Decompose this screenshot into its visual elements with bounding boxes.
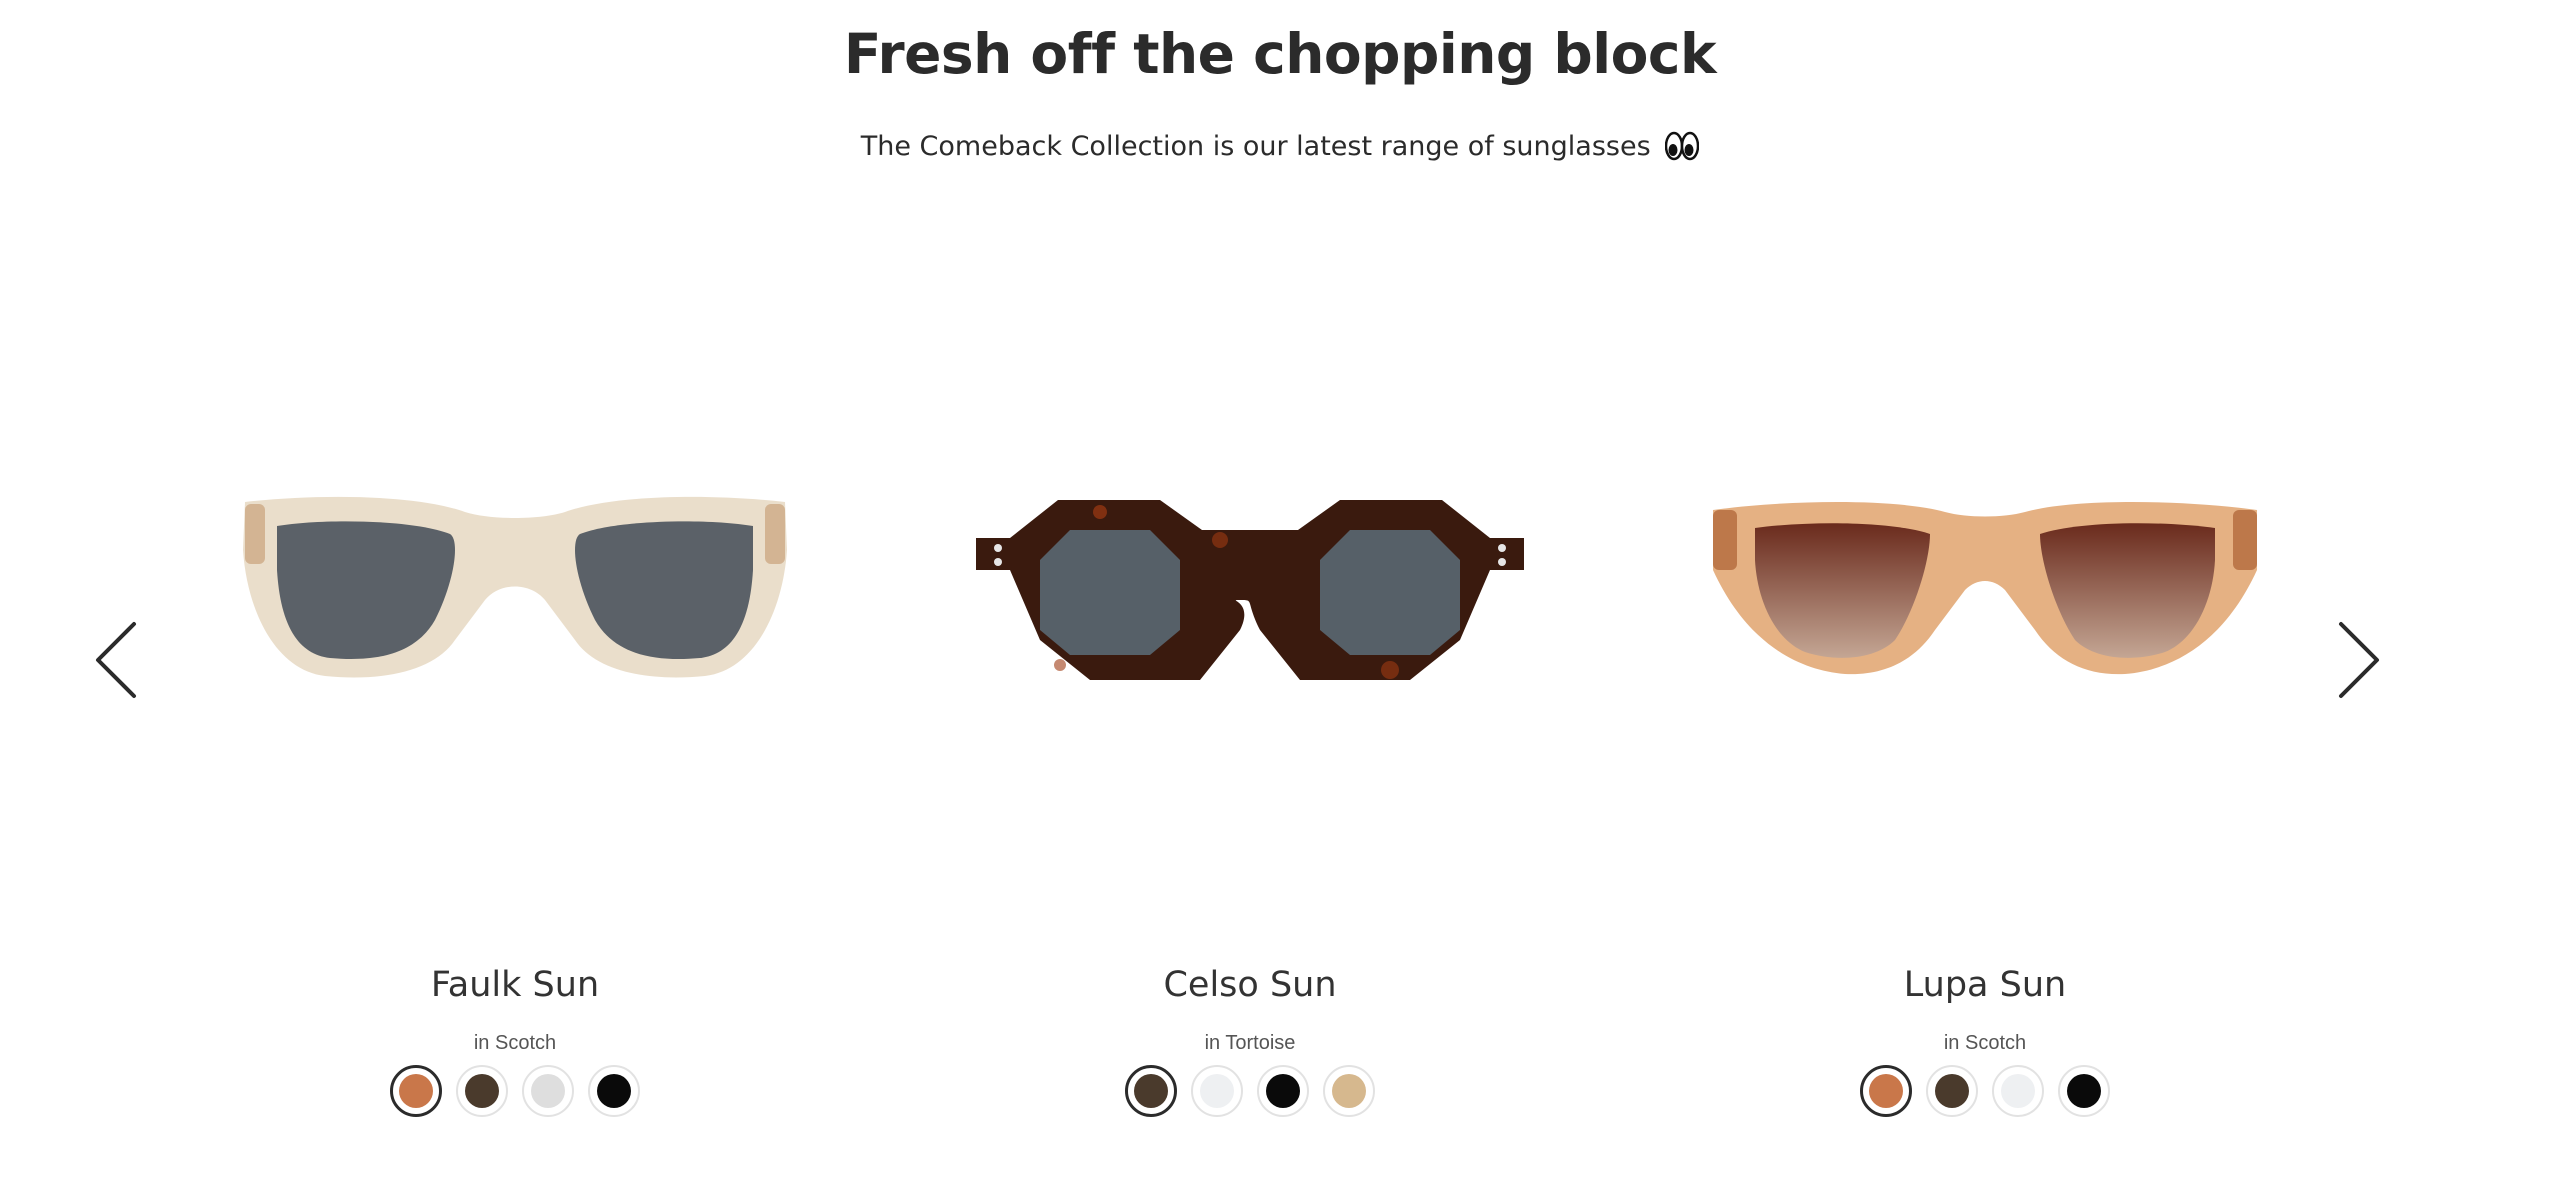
swatch-crystal[interactable] (522, 1065, 574, 1117)
product-image[interactable] (890, 400, 1610, 780)
color-swatches (155, 1065, 875, 1117)
product-name[interactable]: Celso Sun (890, 965, 1610, 1005)
product-variant: in Scotch (473, 1032, 557, 1054)
subtitle-text: The Comeback Collection is our latest ra… (860, 131, 1651, 162)
sunglasses-image (1713, 502, 2257, 675)
swatch-tortoise[interactable] (456, 1065, 508, 1117)
product-image[interactable] (1625, 400, 2345, 780)
swatch-tortoise[interactable] (1125, 1065, 1177, 1117)
swatch-scotch[interactable] (390, 1065, 442, 1117)
product-variant: in Scotch (1943, 1032, 2027, 1054)
sunglasses-image (243, 496, 787, 678)
product-card-lupa[interactable]: Lupa Sun in Scotch (1625, 400, 2345, 1160)
section-subtitle: The Comeback Collection is our latest ra… (0, 131, 2560, 162)
color-swatches (1625, 1065, 2345, 1117)
product-card-celso[interactable]: Celso Sun in Tortoise (890, 400, 1610, 1160)
color-swatches (890, 1065, 1610, 1117)
swatch-crystal[interactable] (1992, 1065, 2044, 1117)
product-card-faulk[interactable]: Faulk Sun in Scotch (155, 400, 875, 1160)
swatch-black[interactable] (588, 1065, 640, 1117)
chevron-left-icon (96, 622, 136, 698)
product-name[interactable]: Lupa Sun (1625, 965, 2345, 1005)
swatch-black[interactable] (1257, 1065, 1309, 1117)
product-name[interactable]: Faulk Sun (155, 965, 875, 1005)
product-variant: in Tortoise (1204, 1032, 1296, 1054)
carousel-prev-button[interactable] (85, 615, 145, 705)
product-image[interactable] (155, 400, 875, 780)
swatch-crystal[interactable] (1191, 1065, 1243, 1117)
section-title: Fresh off the chopping block (843, 22, 1717, 86)
sunglasses-image (976, 500, 1524, 680)
swatch-honey[interactable] (1323, 1065, 1375, 1117)
swatch-scotch[interactable] (1860, 1065, 1912, 1117)
swatch-tortoise[interactable] (1926, 1065, 1978, 1117)
swatch-black[interactable] (2058, 1065, 2110, 1117)
eyes-emoji-icon (1665, 131, 1700, 161)
